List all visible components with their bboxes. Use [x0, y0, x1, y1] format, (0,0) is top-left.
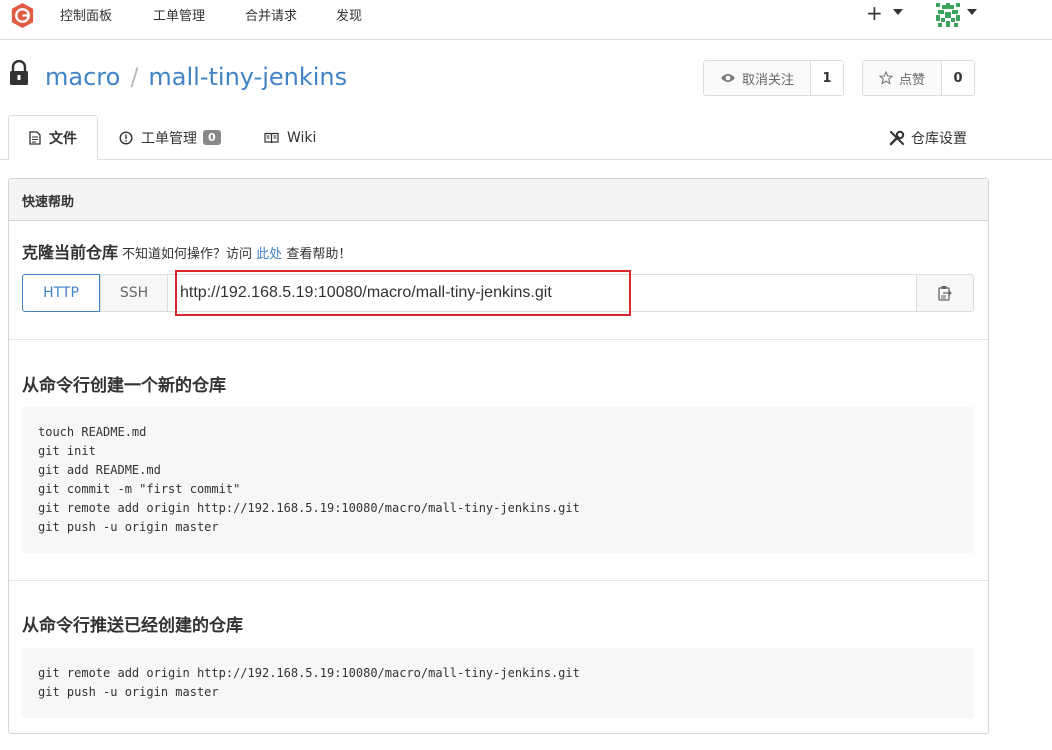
plus-icon[interactable]: + [866, 1, 883, 25]
panel-header: 快速帮助 [9, 179, 988, 221]
nav-dashboard[interactable]: 控制面板 [60, 5, 112, 24]
star-button-group: 点赞 0 [862, 60, 976, 96]
hint-suffix: 查看帮助！ [286, 247, 352, 262]
star-count[interactable]: 0 [942, 61, 975, 95]
book-icon [264, 132, 279, 143]
lock-icon [10, 60, 28, 85]
nav-issues[interactable]: 工单管理 [153, 5, 205, 24]
http-button[interactable]: HTTP [22, 274, 100, 312]
top-navbar: 控制面板 工单管理 合并请求 发现 + [0, 0, 1052, 40]
url-highlight-box [175, 270, 631, 316]
unwatch-label: 取消关注 [742, 72, 795, 88]
tab-settings[interactable]: 仓库设置 [889, 115, 967, 160]
repo-name-link[interactable]: mall-tiny-jenkins [148, 63, 347, 91]
new-repo-title: 从命令行创建一个新的仓库 [22, 376, 226, 396]
star-icon [879, 71, 893, 85]
clipboard-icon [938, 286, 952, 301]
nav-pulls[interactable]: 合并请求 [245, 5, 297, 24]
chevron-down-icon[interactable] [967, 9, 977, 15]
watch-button-group: 取消关注 1 [703, 60, 845, 96]
tab-files-label: 文件 [49, 131, 77, 147]
issues-count-badge: 0 [203, 130, 221, 145]
hint-prefix: 不知道如何操作？访问 [122, 247, 253, 262]
file-text-icon [29, 131, 41, 145]
avatar[interactable] [934, 1, 962, 29]
copy-url-button[interactable] [916, 274, 974, 312]
star-button[interactable]: 点赞 [863, 61, 943, 95]
tab-wiki[interactable]: Wiki [264, 115, 316, 160]
new-repo-code[interactable]: touch README.md git init git add README.… [22, 407, 974, 553]
tab-files[interactable]: 文件 [8, 115, 98, 161]
quickstart-panel: 快速帮助 克隆当前仓库 不知道如何操作？访问 此处 查看帮助！ HTTP SSH … [8, 178, 989, 734]
repo-owner-link[interactable]: macro [45, 63, 120, 91]
watch-count[interactable]: 1 [811, 61, 844, 95]
clone-title: 克隆当前仓库 不知道如何操作？访问 此处 查看帮助！ [22, 239, 351, 263]
ssh-button[interactable]: SSH [100, 274, 168, 312]
repo-tabs: 文件 工单管理 0 Wiki 仓库设置 [0, 115, 1052, 161]
repo-title: macro / mall-tiny-jenkins [45, 63, 347, 91]
gogs-logo-icon[interactable] [9, 2, 36, 29]
divider [9, 339, 988, 340]
tab-wiki-label: Wiki [287, 129, 317, 146]
help-link[interactable]: 此处 [256, 247, 282, 262]
tab-settings-label: 仓库设置 [911, 130, 967, 147]
push-repo-title: 从命令行推送已经创建的仓库 [22, 616, 243, 636]
clone-title-text: 克隆当前仓库 [22, 243, 119, 262]
divider [9, 580, 988, 581]
star-label: 点赞 [899, 72, 926, 88]
issue-opened-icon [119, 130, 133, 145]
clone-hint: 不知道如何操作？访问 此处 查看帮助！ [122, 247, 351, 262]
unwatch-button[interactable]: 取消关注 [704, 61, 812, 95]
tab-issues-label: 工单管理 [141, 130, 197, 147]
push-repo-code[interactable]: git remote add origin http://192.168.5.1… [22, 648, 974, 718]
tools-icon [889, 130, 905, 145]
eye-icon [721, 74, 735, 82]
chevron-down-icon[interactable] [893, 9, 903, 15]
repo-separator: / [130, 63, 139, 91]
tab-issues[interactable]: 工单管理 0 [119, 115, 221, 160]
nav-explore[interactable]: 发现 [336, 5, 362, 24]
